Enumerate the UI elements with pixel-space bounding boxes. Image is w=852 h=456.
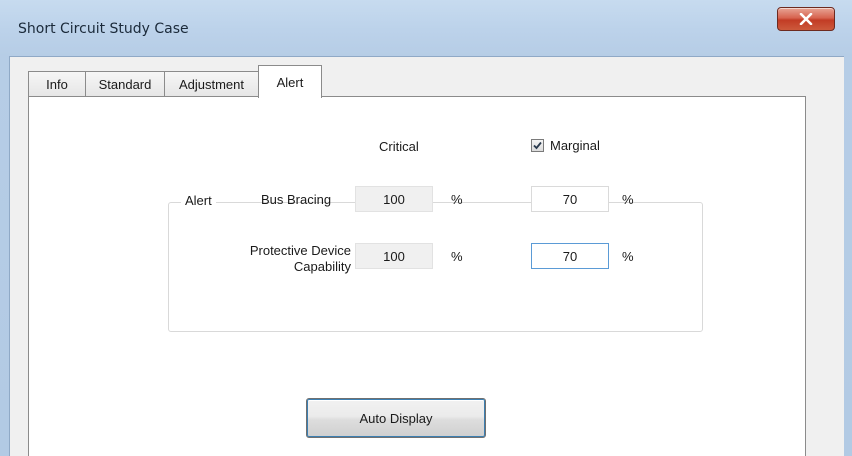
- close-button[interactable]: [777, 7, 835, 31]
- protective-device-label-line1: Protective Device: [249, 243, 351, 258]
- bus-bracing-marginal-unit: %: [622, 192, 634, 207]
- tab-adjustment[interactable]: Adjustment: [164, 71, 259, 96]
- bus-bracing-label: Bus Bracing: [261, 192, 332, 207]
- marginal-checkbox-label[interactable]: Marginal: [550, 138, 600, 153]
- bus-bracing-critical-field: 100: [355, 186, 433, 212]
- tab-standard[interactable]: Standard: [85, 71, 165, 96]
- tab-alert[interactable]: Alert: [258, 65, 322, 98]
- checkmark-icon: [533, 141, 542, 150]
- dialog-window: Short Circuit Study Case Info Standard A…: [0, 0, 852, 456]
- alert-group-title: Alert: [181, 193, 216, 208]
- title-bar[interactable]: Short Circuit Study Case: [0, 0, 852, 56]
- critical-column-header: Critical: [379, 139, 419, 154]
- marginal-checkbox[interactable]: [531, 139, 544, 152]
- protective-device-marginal-unit: %: [622, 249, 634, 264]
- bus-bracing-critical-unit: %: [451, 192, 463, 207]
- tab-info[interactable]: Info: [28, 71, 86, 96]
- protective-device-critical-field: 100: [355, 243, 433, 269]
- protective-device-label-line2: Capability: [293, 259, 351, 274]
- window-title: Short Circuit Study Case: [18, 21, 189, 37]
- close-icon: [799, 13, 813, 25]
- auto-display-button[interactable]: Auto Display: [306, 398, 486, 438]
- protective-device-marginal-input[interactable]: 70: [531, 243, 609, 269]
- bus-bracing-marginal-input[interactable]: 70: [531, 186, 609, 212]
- protective-device-critical-unit: %: [451, 249, 463, 264]
- dialog-client-area: Info Standard Adjustment Alert Critical …: [9, 56, 844, 456]
